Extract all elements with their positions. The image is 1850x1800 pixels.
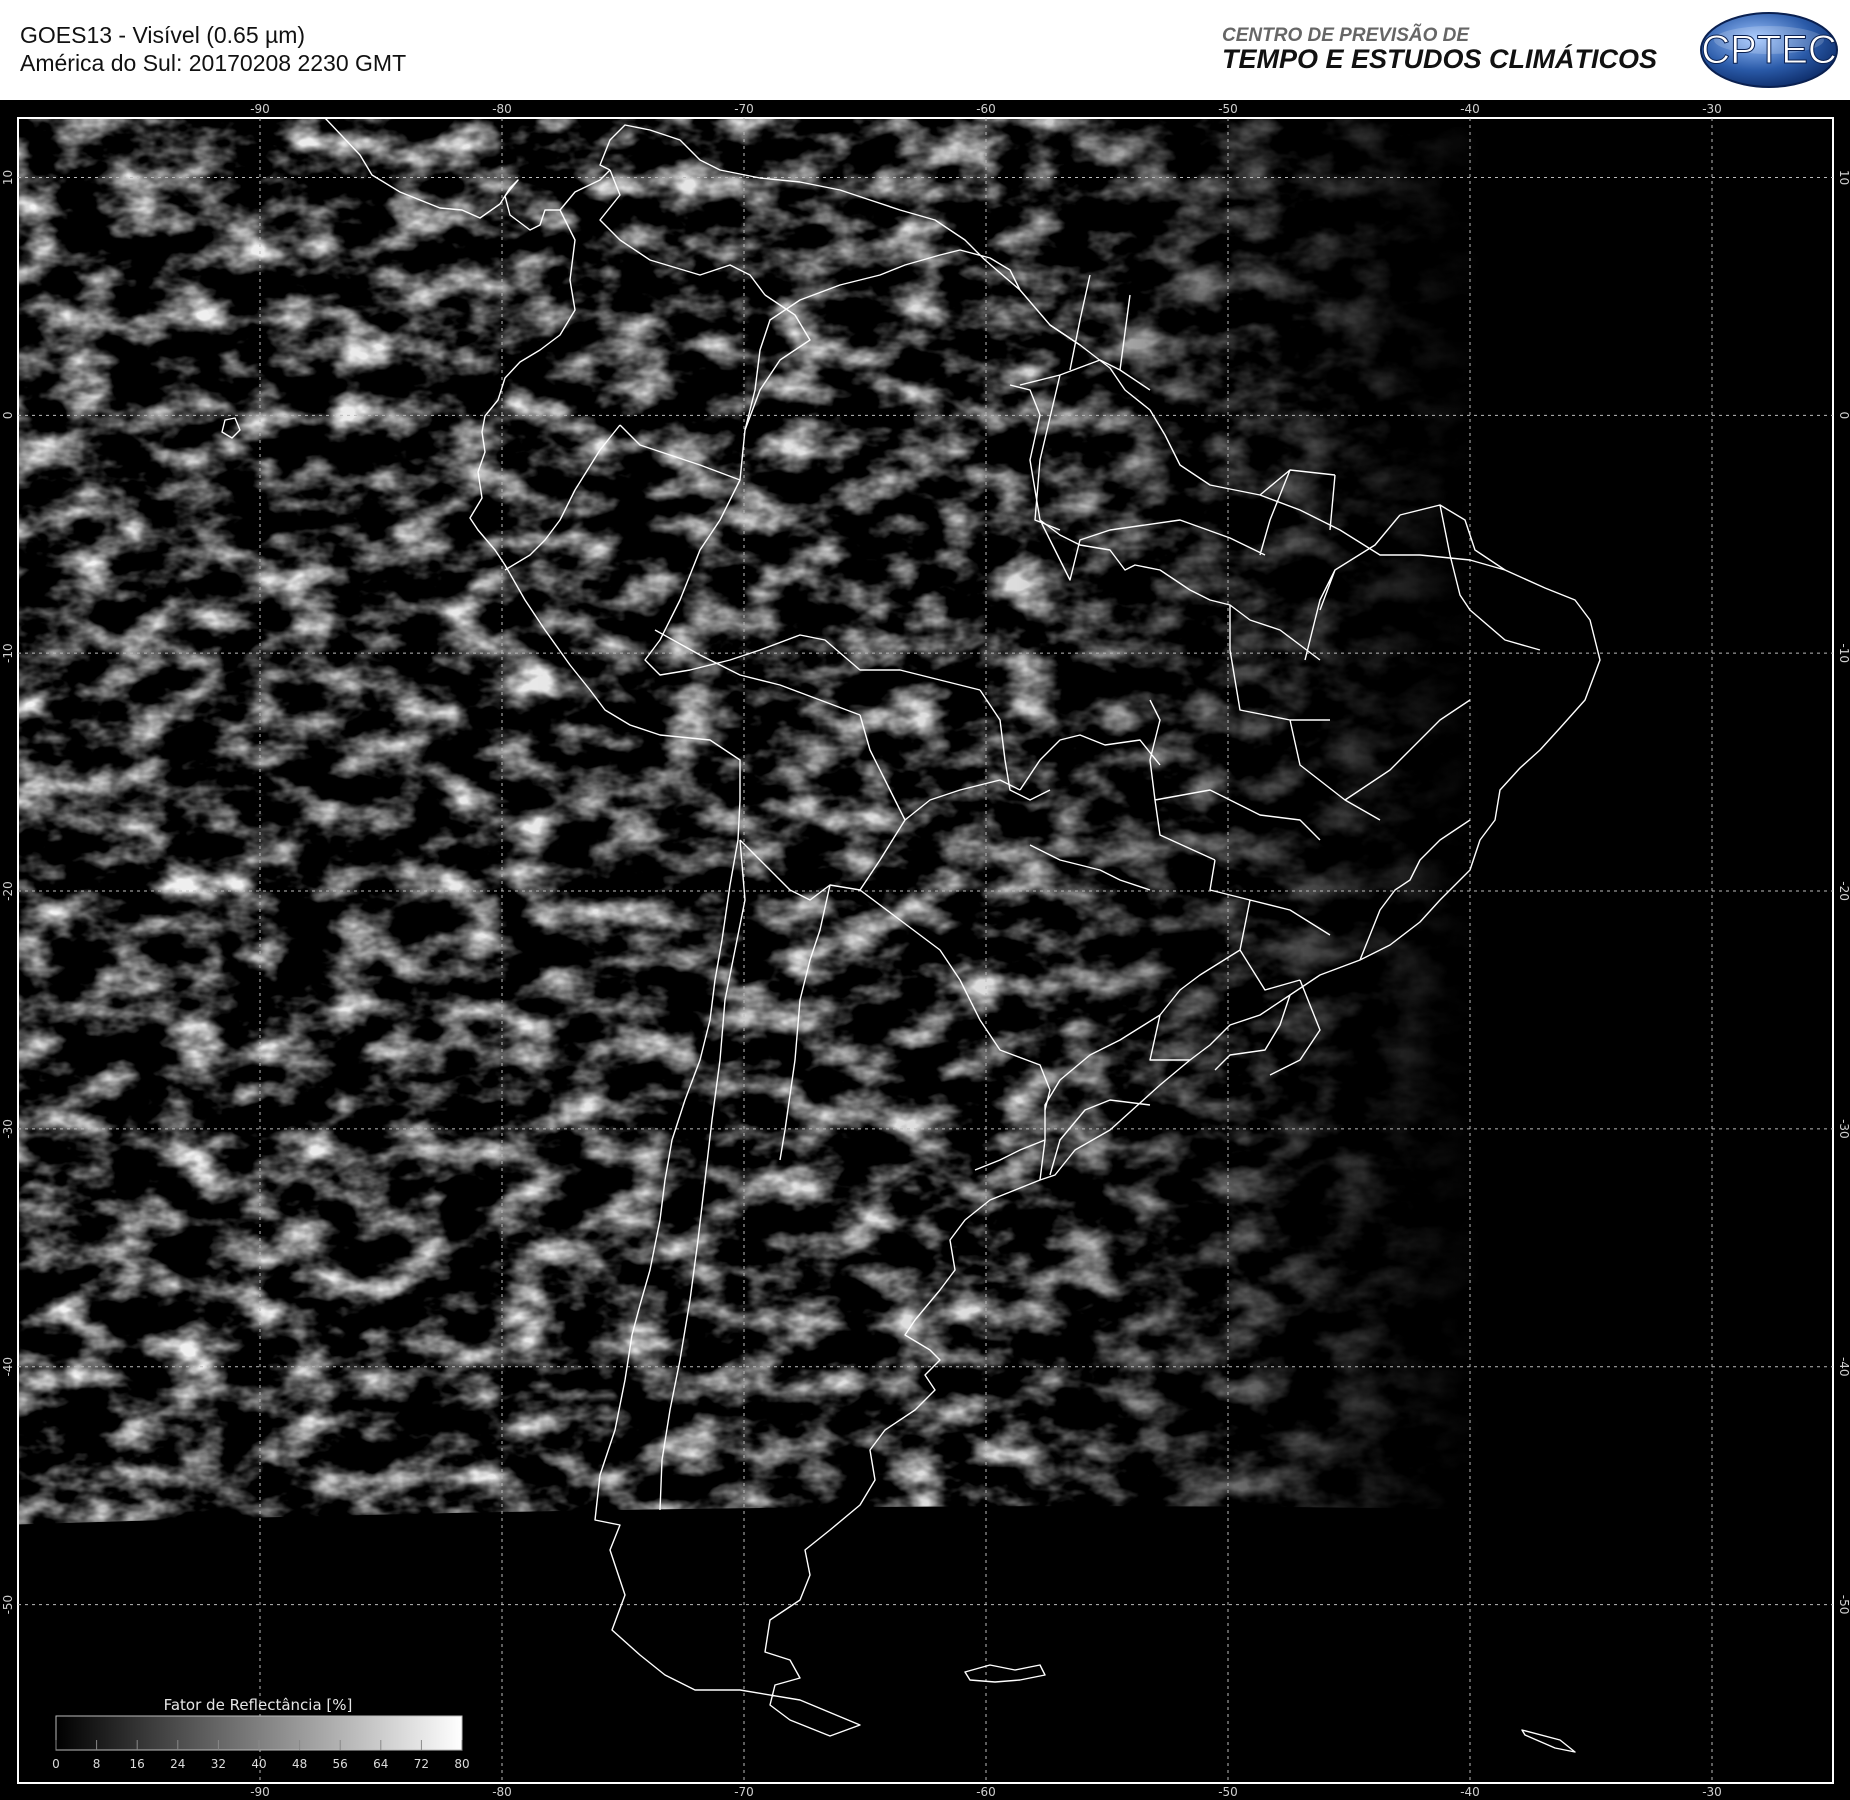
cptec-logo: CPTEC <box>1700 12 1838 88</box>
colorbar-tick-label: 80 <box>454 1757 469 1771</box>
lat-tick-right: -10 <box>1837 643 1850 663</box>
lat-tick-right: -50 <box>1837 1595 1850 1615</box>
lon-tick-bottom: -60 <box>976 1785 996 1799</box>
lat-tick-left: -30 <box>1 1119 15 1139</box>
colorbar-tick-label: 16 <box>130 1757 145 1771</box>
cloud-imagery <box>18 118 1833 1783</box>
lon-tick-bottom: -50 <box>1218 1785 1238 1799</box>
lat-tick-left: -40 <box>1 1357 15 1377</box>
lat-tick-left: -20 <box>1 881 15 901</box>
lon-tick-bottom: -80 <box>492 1785 512 1799</box>
colorbar-tick-label: 0 <box>52 1757 60 1771</box>
lat-tick-left: 0 <box>1 412 15 420</box>
lon-tick-top: -40 <box>1460 102 1480 116</box>
colorbar-tick-label: 72 <box>414 1757 429 1771</box>
colorbar-title: Fator de Reflectância [%] <box>164 1696 353 1714</box>
lon-tick-bottom: -90 <box>250 1785 270 1799</box>
lon-tick-bottom: -70 <box>734 1785 754 1799</box>
lon-tick-top: -30 <box>1702 102 1722 116</box>
lat-tick-left: 10 <box>1 170 15 185</box>
lat-tick-left: -10 <box>1 643 15 663</box>
lon-tick-top: -50 <box>1218 102 1238 116</box>
region-timestamp: América do Sul: 20170208 2230 GMT <box>20 50 407 76</box>
lon-tick-bottom: -40 <box>1460 1785 1480 1799</box>
colorbar-tick-label: 8 <box>93 1757 101 1771</box>
colorbar-tick-label: 64 <box>373 1757 388 1771</box>
lon-tick-top: -90 <box>250 102 270 116</box>
colorbar-tick-label: 24 <box>170 1757 185 1771</box>
satellite-map[interactable]: -90 -90 -80 -80 -70 -70 -60 -60 -50 -50 -40 -40 -30 -… <box>0 100 1850 1800</box>
org-name-line2: TEMPO E ESTUDOS CLIMÁTICOS <box>1222 44 1658 74</box>
product-title: GOES13 - Visível (0.65 µm) <box>20 22 306 48</box>
lon-tick-top: -60 <box>976 102 996 116</box>
lon-tick-bottom: -30 <box>1702 1785 1722 1799</box>
lon-tick-top: -80 <box>492 102 512 116</box>
lat-tick-right: 10 <box>1837 170 1850 185</box>
colorbar-tick-label: 32 <box>211 1757 226 1771</box>
lat-tick-right: -40 <box>1837 1357 1850 1377</box>
logo-text: CPTEC <box>1701 28 1837 72</box>
lat-tick-right: 0 <box>1837 412 1850 420</box>
colorbar-tick-label: 40 <box>251 1757 266 1771</box>
lat-tick-right: -20 <box>1837 881 1850 901</box>
lon-tick-top: -70 <box>734 102 754 116</box>
colorbar-tick-label: 56 <box>333 1757 348 1771</box>
colorbar-tick-label: 48 <box>292 1757 307 1771</box>
header: GOES13 - Visível (0.65 µm) América do Su… <box>0 0 1850 100</box>
lat-tick-right: -30 <box>1837 1119 1850 1139</box>
lat-tick-left: -50 <box>1 1595 15 1615</box>
